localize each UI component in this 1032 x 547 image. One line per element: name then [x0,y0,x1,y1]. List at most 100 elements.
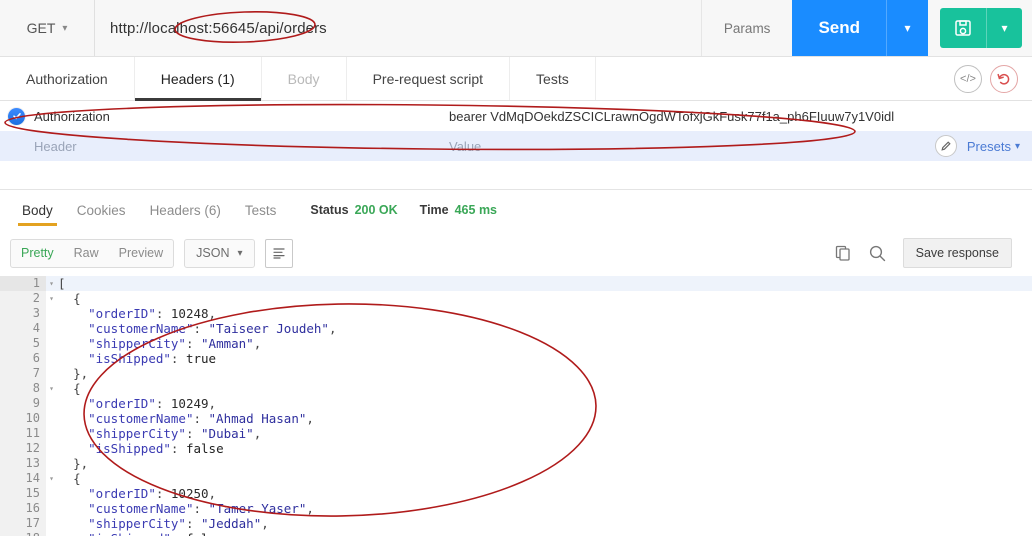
time-label: Time [419,203,449,217]
pencil-icon[interactable] [934,135,957,157]
code-line: 7 }, [0,366,1032,381]
url-input-wrapper[interactable]: http://localhost:56645/api/orders [94,0,701,56]
chevron-down-icon: ▾ [237,247,243,259]
code-line: 17 "shipperCity": "Jeddah", [0,516,1032,531]
fold-toggle-icon[interactable]: ▾ [49,291,54,306]
undo-reset-icon[interactable] [990,64,1018,93]
line-number: 18 [0,531,46,536]
fold-toggle-icon[interactable]: ▾ [49,276,54,291]
time-value: 465 ms [454,203,498,217]
code-line-text: { [73,381,81,396]
response-toolbar-actions: Save response [834,238,1022,268]
line-number: 2 ▾ [0,291,54,306]
response-tab-tests[interactable]: Tests [233,190,289,230]
view-mode-pretty[interactable]: Pretty [11,240,64,267]
code-line: 16 "customerName": "Tamer Yaser", [0,501,1032,516]
send-button[interactable]: Send [792,0,886,56]
search-icon[interactable] [868,244,887,263]
view-mode-preview[interactable]: Preview [109,240,173,267]
code-line: 13 }, [0,456,1032,471]
code-line: 5 "shipperCity": "Amman", [0,336,1032,351]
code-line: 2 ▾ { [0,291,1032,306]
code-line-text: "shipperCity": "Jeddah", [88,516,269,531]
code-line: 6 "isShipped": true [0,351,1032,366]
chevron-down-icon: ▾ [1014,140,1020,152]
code-line: 8 ▾ { [0,381,1032,396]
code-line-text: [ [46,276,1032,291]
headers-table: Authorization bearer VdMqDOekdZSCICLrawn… [0,101,1032,190]
chevron-down-icon: ▾ [62,22,68,34]
response-format-select[interactable]: JSON ▾ [184,238,255,268]
code-line-text: "isShipped": true [88,351,217,366]
code-line-text: "customerName": "Ahmad Hasan", [88,411,314,426]
code-brackets-icon[interactable]: </> [954,64,982,93]
code-line: 11 "shipperCity": "Dubai", [0,426,1032,441]
request-tabs-actions: </> [954,57,1032,100]
send-button-group: Send ▾ [792,0,928,56]
line-number: 8 ▾ [0,381,54,396]
tab-pre-request-script[interactable]: Pre-request script [347,57,511,100]
header-value-input[interactable]: Value [449,139,935,154]
response-format-label: JSON [196,246,230,260]
tab-headers[interactable]: Headers (1) [134,57,262,101]
code-line: 18 "isShipped": false [0,531,1032,536]
code-line-text: "isShipped": false [88,441,224,456]
view-mode-segmented-control: Pretty Raw Preview [10,238,175,268]
response-body-code[interactable]: 1 ▾[2 ▾ {3 "orderID": 10248, 4 "customerNam… [0,276,1032,536]
line-number: 13 [0,456,46,471]
floppy-disk-icon [955,20,971,36]
fold-toggle-icon[interactable]: ▾ [49,381,54,396]
code-line: 14 ▾ { [0,471,1032,486]
send-options-chevron-down-icon[interactable]: ▾ [886,0,928,56]
response-toolbar: Pretty Raw Preview JSON ▾ Save response [0,230,1032,276]
response-tab-headers[interactable]: Headers (6) [138,190,233,230]
header-row-authorization[interactable]: Authorization bearer VdMqDOekdZSCICLrawn… [0,101,1032,131]
params-button[interactable]: Params [700,0,793,56]
line-number: 3 [0,306,46,321]
code-line-text: "isShipped": false [46,531,1032,536]
header-enabled-checkbox[interactable] [8,107,25,125]
response-tabs: Body Cookies Headers (6) Tests Status 20… [0,190,1032,230]
http-method-label: GET [26,20,56,36]
fold-toggle-icon[interactable]: ▾ [49,471,54,486]
code-line-text: }, [73,456,89,471]
save-request-button[interactable] [940,8,986,48]
response-tab-cookies[interactable]: Cookies [65,190,138,230]
header-value[interactable]: bearer VdMqDOekdZSCICLrawnOgdWTofxjGkFus… [449,109,1032,124]
code-line-text: }, [73,366,89,381]
tab-body[interactable]: Body [262,57,347,100]
response-tab-body[interactable]: Body [10,190,65,230]
copy-icon[interactable] [834,244,852,262]
tab-tests[interactable]: Tests [510,57,596,100]
code-line: 4 "customerName": "Taiseer Joudeh", [0,321,1032,336]
view-mode-raw[interactable]: Raw [64,240,109,267]
code-line-text: "shipperCity": "Dubai", [88,426,262,441]
line-number: 5 [0,336,46,351]
line-number: 6 [0,351,46,366]
line-number: 12 [0,441,46,456]
save-options-chevron-down-icon[interactable]: ▾ [986,8,1022,48]
status-group: Status 200 OK [310,203,397,217]
presets-dropdown[interactable]: Presets ▾ [967,139,1032,154]
request-url-bar: GET ▾ http://localhost:56645/api/orders … [0,0,1032,57]
request-tabs: Authorization Headers (1) Body Pre-reque… [0,57,1032,101]
postman-window: GET ▾ http://localhost:56645/api/orders … [0,0,1032,547]
status-label: Status [310,203,349,217]
line-number: 4 [0,321,46,336]
line-number: 14 ▾ [0,471,54,486]
http-method-select[interactable]: GET ▾ [0,0,94,56]
line-number: 16 [0,501,46,516]
line-number: 1 ▾ [0,276,54,291]
url-input[interactable]: http://localhost:56645/api/orders [110,20,327,37]
code-line-text: "orderID": 10249, [88,396,217,411]
line-number: 10 [0,411,46,426]
header-key-input[interactable]: Header [34,139,449,154]
code-line-text: { [73,291,81,306]
wrap-lines-icon[interactable] [264,238,293,268]
header-key[interactable]: Authorization [34,109,449,124]
header-row-empty[interactable]: Header Value Presets ▾ [0,131,1032,161]
code-line-text: "customerName": "Tamer Yaser", [88,501,314,516]
line-number: 9 [0,396,46,411]
tab-authorization[interactable]: Authorization [0,57,135,100]
save-response-button[interactable]: Save response [902,238,1012,268]
